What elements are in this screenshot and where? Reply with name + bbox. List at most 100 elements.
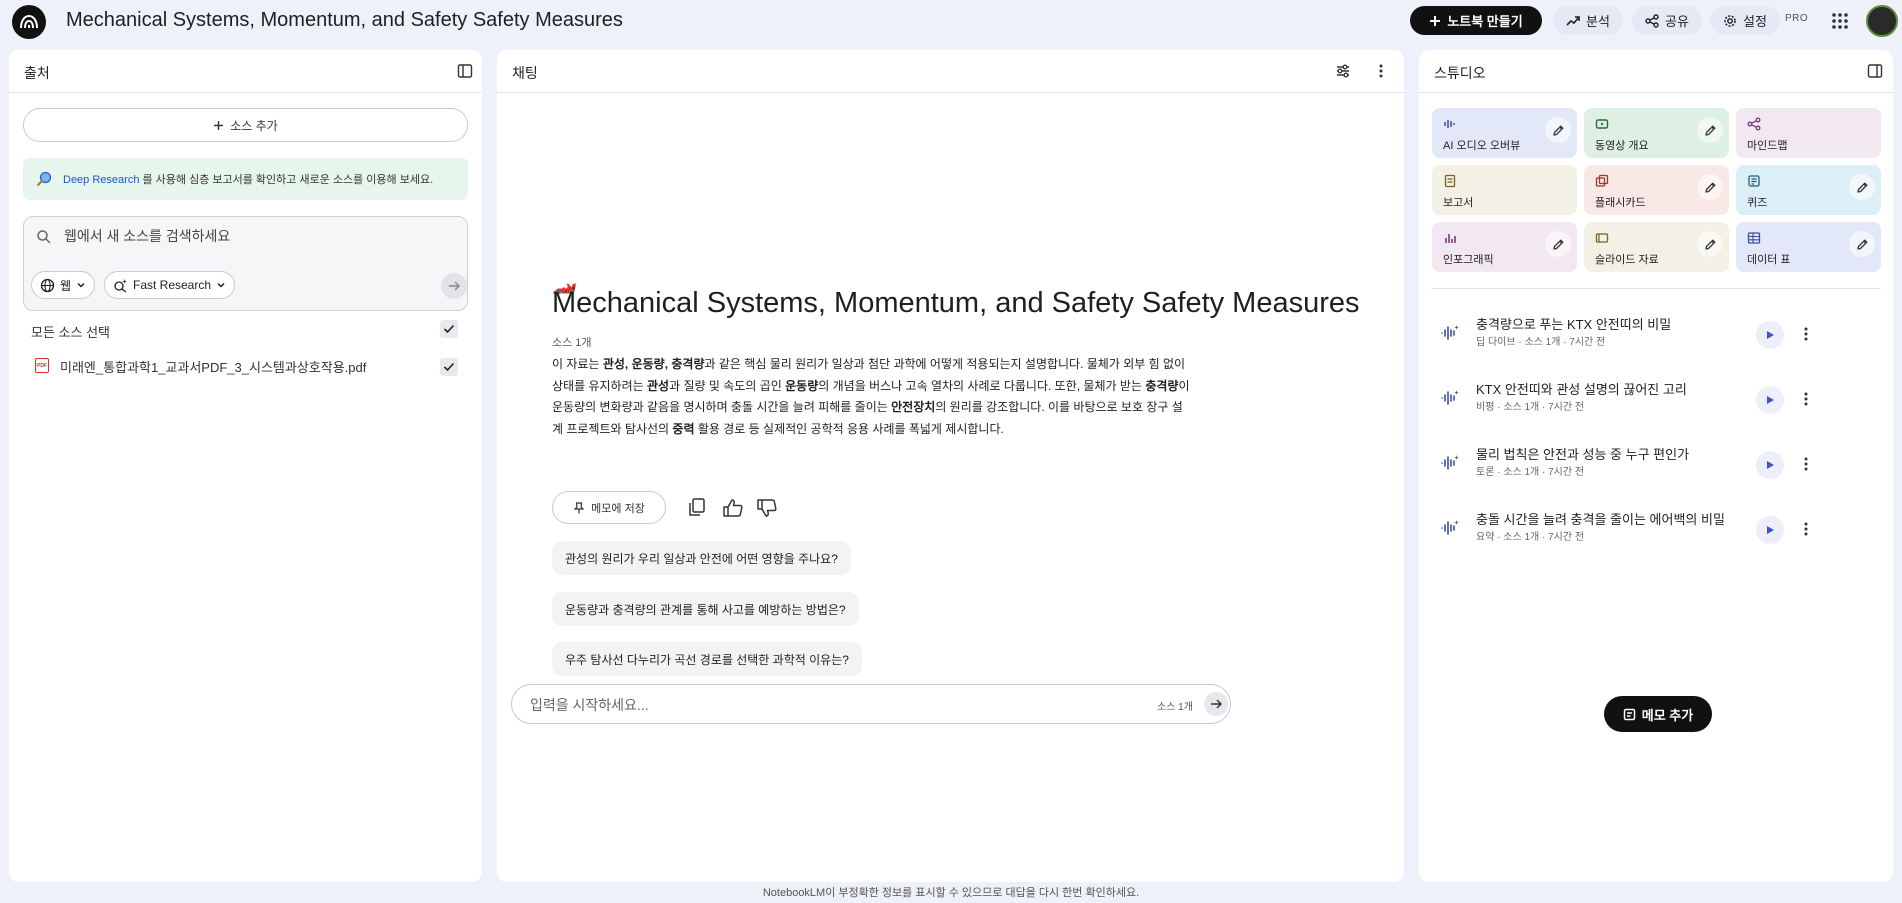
flashcard-icon [1595, 174, 1609, 187]
chat-title: 채팅 [512, 65, 538, 81]
suggested-question[interactable]: 우주 탐사선 다누리가 곡선 경로를 선택한 과학적 이유는? [552, 642, 862, 676]
studio-divider [1431, 288, 1881, 289]
audio-title: 충돌 시간을 늘려 충격을 줄이는 에어백의 비밀 [1476, 512, 1725, 527]
studio-tile-label: 보고서 [1443, 197, 1474, 209]
deep-research-link[interactable]: Deep Research [63, 174, 139, 186]
web-source-dropdown[interactable]: 웹 [31, 271, 96, 299]
add-source-label: 소스 추가 [230, 118, 278, 133]
edit-button[interactable] [1849, 174, 1875, 200]
new-notebook-button[interactable]: 노트북 만들기 [1410, 6, 1542, 35]
chat-input-box: 소스 1개 [511, 684, 1231, 724]
more-vert-icon[interactable] [1373, 63, 1391, 81]
source-item-checkbox[interactable] [440, 358, 458, 376]
send-button[interactable] [1204, 692, 1228, 716]
audio-overview-item[interactable]: KTX 안전띠와 관성 설명의 끊어진 고리 비평 · 소스 1개 · 7시간 전 [1419, 375, 1889, 423]
studio-tile[interactable]: 인포그래픽 [1432, 222, 1577, 272]
audio-wave-icon [1441, 520, 1459, 535]
edit-button[interactable] [1697, 117, 1723, 143]
play-icon [1767, 526, 1774, 534]
sparkle-search-icon [114, 278, 127, 293]
settings-button[interactable]: 설정 [1710, 6, 1780, 35]
chat-input[interactable] [530, 694, 1070, 716]
more-vert-icon[interactable] [1797, 390, 1815, 408]
suggested-question[interactable]: 관성의 원리가 우리 일상과 안전에 어떤 영향을 주나요? [552, 541, 851, 575]
sources-header: 출처 [9, 50, 482, 93]
studio-tile[interactable]: 플래시카드 [1584, 165, 1729, 215]
research-mode-dropdown[interactable]: Fast Research [104, 271, 236, 299]
studio-tile[interactable]: AI 오디오 오버뷰 [1432, 108, 1577, 158]
arrow-right-icon [449, 281, 460, 291]
studio-title: 스튜디오 [1434, 65, 1486, 81]
share-icon [1645, 13, 1659, 28]
thumbs-down-icon[interactable] [756, 497, 778, 519]
audio-meta: 토론 · 소스 1개 · 7시간 전 [1476, 467, 1585, 478]
studio-tile-label: 플래시카드 [1595, 197, 1646, 209]
chat-panel: 채팅 🏎️ Mechanical Systems, Momentum, and … [497, 50, 1404, 882]
audio-overview-item[interactable]: 충돌 시간을 늘려 충격을 줄이는 에어백의 비밀 요약 · 소스 1개 · 7시… [1419, 505, 1889, 553]
collapse-panel-icon[interactable] [457, 63, 475, 81]
add-source-button[interactable]: 소스 추가 [23, 108, 468, 142]
chevron-down-icon [217, 282, 225, 288]
web-chip-label: 웹 [60, 278, 72, 293]
tune-settings-icon[interactable] [1335, 63, 1353, 81]
web-search-input[interactable] [64, 225, 454, 247]
apps-grid-icon[interactable] [1830, 11, 1850, 31]
play-button[interactable] [1756, 321, 1784, 349]
audio-wave-icon [1441, 455, 1459, 470]
pencil-icon [1856, 182, 1867, 193]
audio-wave-icon [1441, 390, 1459, 405]
deep-research-text: 를 사용해 심층 보고서를 확인하고 새로운 소스를 이용해 보세요. [142, 174, 434, 186]
edit-button[interactable] [1697, 174, 1723, 200]
studio-tile[interactable]: 데이터 표 [1736, 222, 1881, 272]
edit-button[interactable] [1545, 231, 1571, 257]
play-button[interactable] [1756, 386, 1784, 414]
avatar[interactable] [1866, 5, 1898, 37]
suggested-question[interactable]: 운동량과 충격량의 관계를 통해 사고를 예방하는 방법은? [552, 592, 859, 626]
notebook-summary: 이 자료는 관성, 운동량, 충격량과 같은 핵심 물리 원리가 일상과 첨단 … [552, 357, 1190, 436]
studio-tile[interactable]: 동영상 개요 [1584, 108, 1729, 158]
audio-title: 물리 법칙은 안전과 성능 중 누구 편인가 [1476, 447, 1690, 462]
analysis-button[interactable]: 분석 [1553, 6, 1623, 35]
pin-icon [573, 501, 585, 513]
search-submit-button[interactable] [441, 273, 467, 299]
select-all-checkbox[interactable] [440, 320, 458, 338]
notebook-heading: Mechanical Systems, Momentum, and Safety… [552, 287, 1360, 319]
add-memo-label: 메모 추가 [1641, 707, 1694, 723]
audio-meta: 비평 · 소스 1개 · 7시간 전 [1476, 402, 1585, 413]
new-notebook-label: 노트북 만들기 [1447, 14, 1523, 29]
notebook-title[interactable]: Mechanical Systems, Momentum, and Safety… [66, 9, 623, 32]
edit-button[interactable] [1849, 231, 1875, 257]
audio-title: 충격량으로 푸는 KTX 안전띠의 비밀 [1476, 317, 1672, 332]
sources-title: 출처 [24, 65, 50, 81]
audio-overview-item[interactable]: 물리 법칙은 안전과 성능 중 누구 편인가토론 · 소스 1개 · 7시간 전 [1419, 440, 1889, 488]
copy-icon[interactable] [687, 497, 709, 519]
pro-badge: PRO [1785, 13, 1809, 24]
pencil-icon [1704, 125, 1715, 136]
add-memo-button[interactable]: 메모 추가 [1604, 696, 1712, 732]
notebooklm-logo-icon[interactable] [12, 5, 46, 39]
studio-tile[interactable]: 슬라이드 자료 [1584, 222, 1729, 272]
share-button[interactable]: 공유 [1632, 6, 1702, 35]
trending-up-icon [1566, 15, 1580, 26]
more-vert-icon[interactable] [1797, 455, 1815, 473]
studio-tile-label: AI 오디오 오버뷰 [1443, 140, 1521, 152]
studio-tile-label: 인포그래픽 [1443, 254, 1494, 266]
save-to-memo-button[interactable]: 메모에 저장 [552, 491, 666, 524]
data-table-icon [1747, 232, 1761, 244]
chat-header: 채팅 [497, 50, 1404, 93]
more-vert-icon[interactable] [1797, 520, 1815, 538]
mode-chip-label: Fast Research [133, 278, 212, 292]
studio-tile[interactable]: 퀴즈 [1736, 165, 1881, 215]
collapse-panel-icon[interactable] [1867, 63, 1885, 81]
studio-panel: 스튜디오 AI 오디오 오버뷰 동영상 개요 마인드맵보고서 플래시카드 퀴즈인포그래픽… [1419, 50, 1893, 882]
play-button[interactable] [1756, 516, 1784, 544]
thumbs-up-icon[interactable] [722, 497, 744, 519]
edit-button[interactable] [1545, 117, 1571, 143]
studio-tile[interactable]: 마인드맵 [1736, 108, 1881, 158]
audio-overview-item[interactable]: 충격량으로 푸는 KTX 안전띠의 비밀 딥 다이브 · 소스 1개 · 7시간 … [1419, 310, 1889, 358]
studio-tile-label: 퀴즈 [1747, 197, 1768, 209]
more-vert-icon[interactable] [1797, 325, 1815, 343]
play-button[interactable] [1756, 451, 1784, 479]
studio-tile[interactable]: 보고서 [1432, 165, 1577, 215]
edit-button[interactable] [1697, 231, 1723, 257]
